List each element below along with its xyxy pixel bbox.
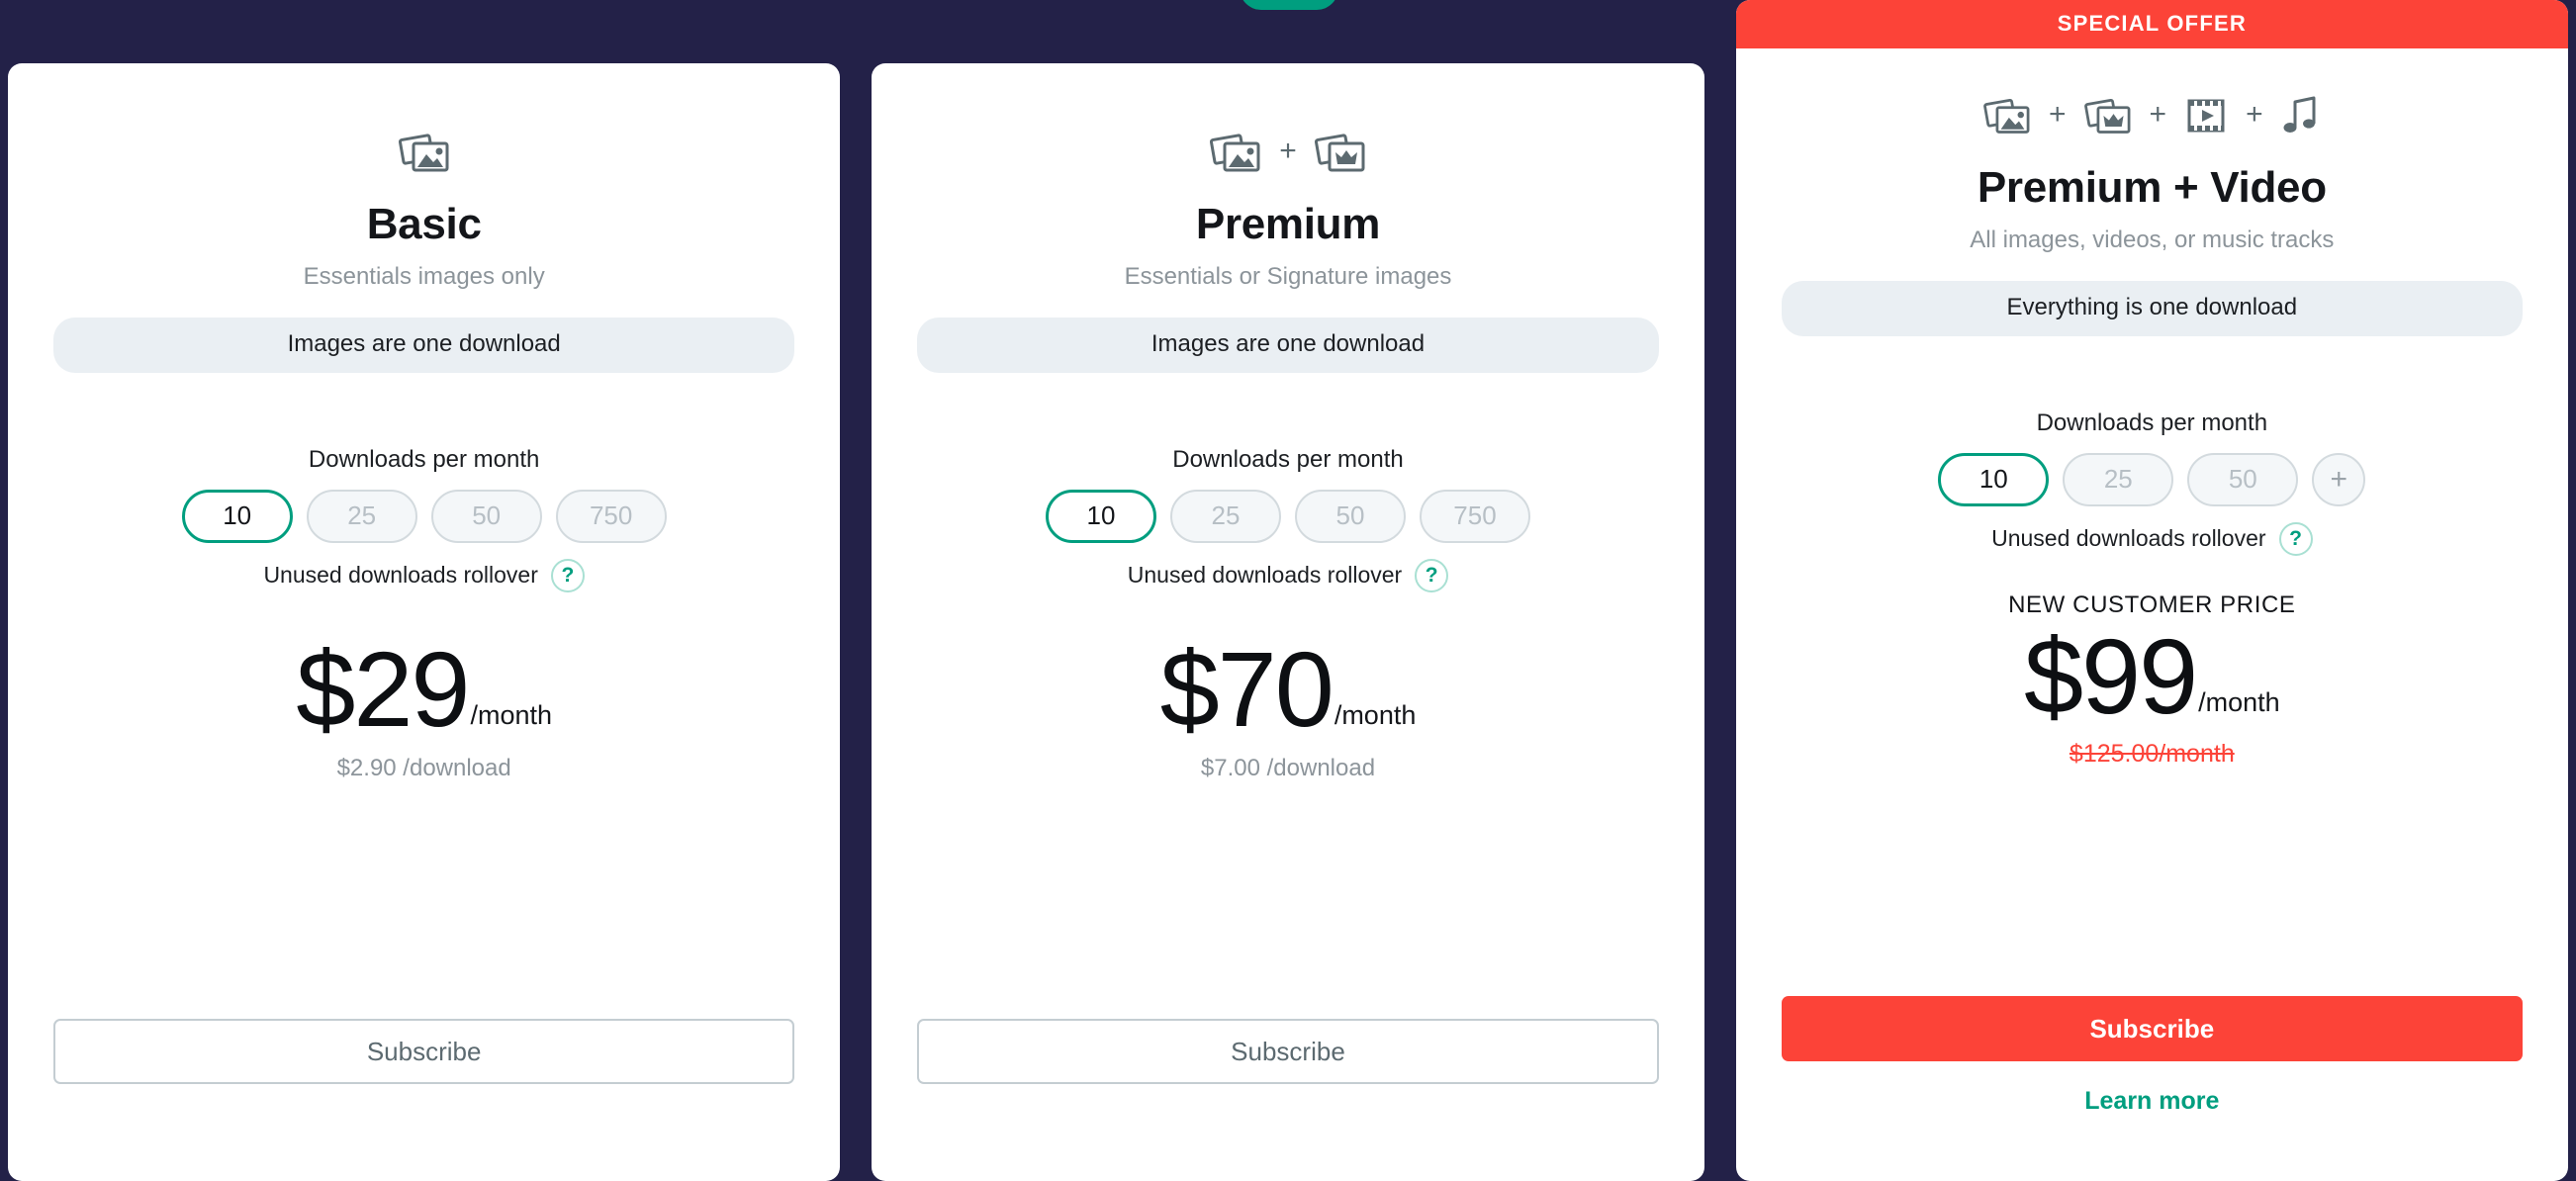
pricing-card-basic: Basic Essentials images only Images are … (8, 63, 841, 1181)
plan-title: Premium + Video (1977, 163, 2327, 212)
download-option-25[interactable]: 25 (306, 489, 417, 543)
photo-stack-crown-icon (2083, 94, 2132, 137)
film-strip-icon (2184, 94, 2228, 137)
price-amount: $70 (1159, 628, 1334, 749)
pricing-card-premium: + Premium Essentials or Signature images… (872, 63, 1704, 1181)
plan-subtitle: Essentials or Signature images (1124, 263, 1452, 291)
price-per-download: $7.00 /download (1200, 754, 1376, 781)
price-period: /month (1334, 699, 1417, 730)
download-chip: Images are one download (917, 317, 1659, 373)
photo-stack-icon (1983, 94, 2031, 137)
old-price: $125.00/month (2069, 739, 2235, 768)
download-option-more[interactable]: + (2312, 452, 2366, 506)
price-amount: $99 (2023, 615, 2198, 736)
pricing-card-premium-video: SPECIAL OFFER + + + Premium + Video All … (1735, 0, 2568, 1181)
plus-separator: + (1279, 135, 1297, 167)
plus-separator: + (2049, 98, 2067, 131)
downloads-selector: 10 25 50 + (1938, 452, 2366, 506)
price-period: /month (470, 699, 553, 730)
download-option-50[interactable]: 50 (1294, 489, 1406, 543)
download-option-10[interactable]: 10 (1045, 489, 1156, 543)
plan-title: Premium (1195, 200, 1381, 248)
help-icon[interactable]: ? (2278, 521, 2313, 556)
plus-separator: + (2246, 98, 2263, 131)
cta-area: Subscribe (917, 1019, 1659, 1084)
subscribe-button[interactable]: Subscribe (917, 1019, 1659, 1084)
cta-area: Subscribe (53, 1019, 795, 1084)
download-option-25[interactable]: 25 (2063, 452, 2174, 506)
download-option-750[interactable]: 750 (555, 489, 667, 543)
rollover-label: Unused downloads rollover (1991, 525, 2266, 552)
rollover-label: Unused downloads rollover (263, 562, 538, 589)
downloads-selector: 10 25 50 750 (181, 489, 667, 543)
new-customer-price-label: NEW CUSTOMER PRICE (2008, 590, 2296, 618)
price-row: $70 /month (1159, 628, 1417, 749)
download-chip: Everything is one download (1781, 280, 2523, 336)
help-icon[interactable]: ? (1415, 558, 1449, 592)
download-option-10[interactable]: 10 (1938, 452, 2050, 506)
learn-more-link[interactable]: Learn more (1782, 1087, 2523, 1116)
selector-label: Downloads per month (1172, 445, 1404, 473)
photo-stack-icon (1210, 129, 1261, 176)
plan-subtitle: All images, videos, or music tracks (1970, 227, 2335, 254)
rollover-row: Unused downloads rollover ? (1127, 558, 1449, 592)
music-note-icon (2281, 94, 2321, 137)
price-amount: $29 (296, 628, 470, 749)
plan-title: Basic (366, 200, 482, 248)
rollover-row: Unused downloads rollover ? (263, 558, 585, 592)
photo-stack-crown-icon (1314, 129, 1366, 176)
rollover-label: Unused downloads rollover (1127, 562, 1403, 589)
price-row: $99 /month (2023, 615, 2280, 736)
download-option-25[interactable]: 25 (1169, 489, 1281, 543)
price-per-download: $2.90 /download (336, 754, 511, 781)
download-option-50[interactable]: 50 (2187, 452, 2299, 506)
help-icon[interactable]: ? (550, 558, 585, 592)
download-option-10[interactable]: 10 (181, 489, 293, 543)
photo-stack-icon (398, 129, 450, 176)
plan-icons: + (1210, 125, 1366, 180)
download-option-750[interactable]: 750 (1419, 489, 1530, 543)
selector-label: Downloads per month (2036, 409, 2268, 436)
rollover-row: Unused downloads rollover ? (1991, 521, 2313, 556)
cta-area: Subscribe Learn more (1781, 996, 2523, 1116)
downloads-selector: 10 25 50 750 (1045, 489, 1530, 543)
price-row: $29 /month (296, 628, 553, 749)
plan-icons (398, 125, 450, 180)
pricing-card-row: Basic Essentials images only Images are … (0, 0, 2576, 1181)
plan-icons: + + + (1983, 88, 2321, 143)
plus-separator: + (2149, 98, 2167, 131)
subscribe-button[interactable]: Subscribe (53, 1019, 795, 1084)
download-option-50[interactable]: 50 (430, 489, 542, 543)
pricing-page: Basic Essentials images only Images are … (0, 0, 2576, 1181)
special-offer-banner: SPECIAL OFFER (1735, 0, 2568, 48)
subscribe-button[interactable]: Subscribe (1781, 996, 2523, 1061)
selector-label: Downloads per month (308, 445, 540, 473)
plan-subtitle: Essentials images only (303, 263, 545, 291)
price-period: /month (2198, 686, 2280, 717)
download-chip: Images are one download (53, 317, 795, 373)
